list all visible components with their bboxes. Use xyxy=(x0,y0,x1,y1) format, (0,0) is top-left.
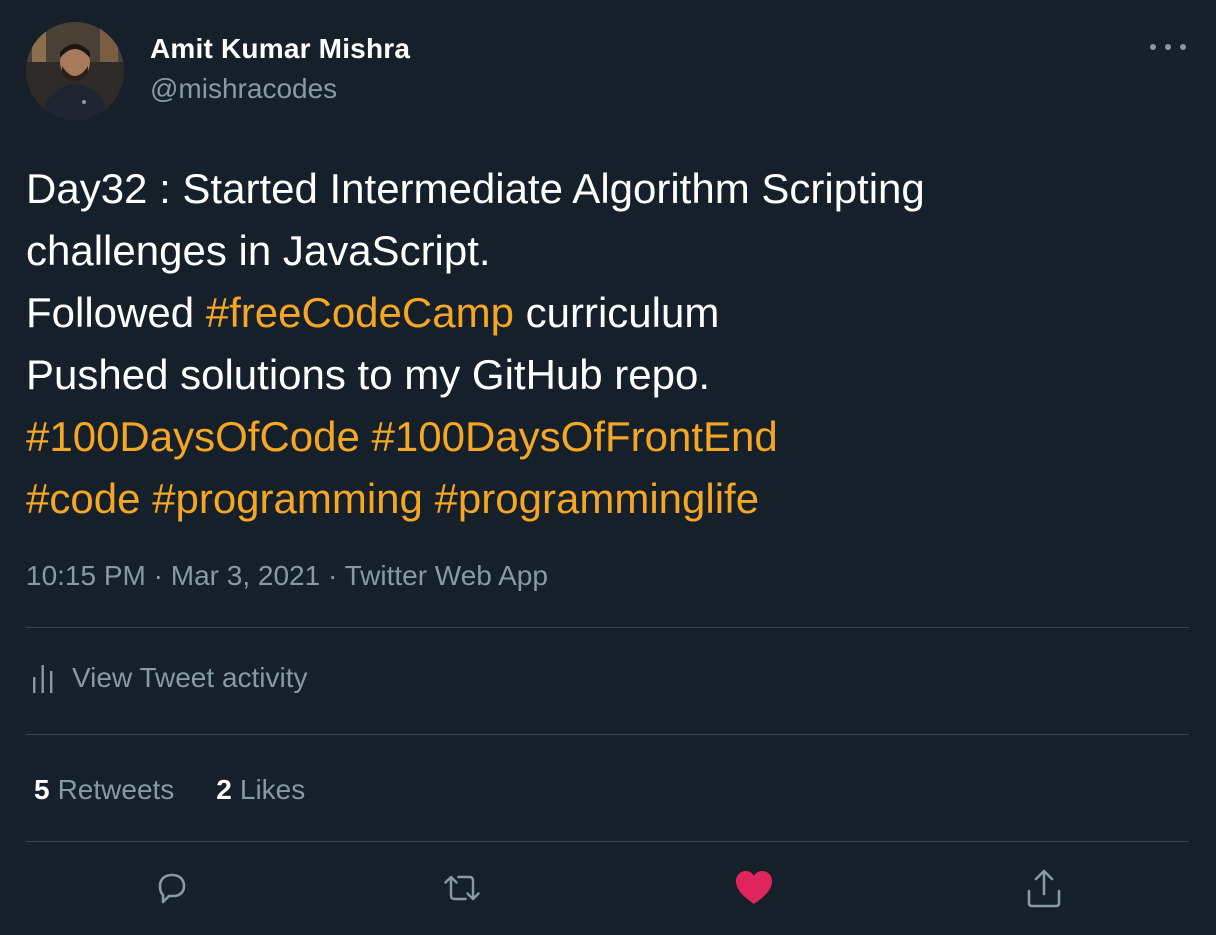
hashtag-link[interactable]: #freeCodeCamp xyxy=(206,289,514,336)
divider xyxy=(26,734,1189,735)
tweet-date[interactable]: Mar 3, 2021 xyxy=(171,560,320,591)
retweets-stat[interactable]: 5 Retweets xyxy=(34,770,174,810)
tweet-text-segment xyxy=(423,475,435,522)
tweet-text-segment xyxy=(360,413,372,460)
tweet-text: Day32 : Started Intermediate Algorithm S… xyxy=(26,158,1186,530)
tweet-detail: Amit Kumar Mishra @mishracodes Day32 : S… xyxy=(0,0,1216,935)
view-tweet-activity-button[interactable]: View Tweet activity xyxy=(32,662,308,694)
display-name[interactable]: Amit Kumar Mishra xyxy=(150,32,410,66)
share-button[interactable] xyxy=(1022,866,1066,910)
retweets-label: Retweets xyxy=(57,774,175,805)
tweet-text-segment: curriculum xyxy=(513,289,720,336)
share-icon xyxy=(1027,869,1061,908)
more-dot-icon xyxy=(1150,44,1156,50)
tweet-source[interactable]: Twitter Web App xyxy=(345,560,548,591)
more-dot-icon xyxy=(1180,44,1186,50)
divider xyxy=(26,841,1189,842)
reply-button[interactable] xyxy=(150,866,194,910)
tweet-text-segment: Followed xyxy=(26,289,206,336)
hashtag-link[interactable]: #100DaysOfFrontEnd xyxy=(372,413,778,460)
tweet-text-segment xyxy=(140,475,152,522)
divider xyxy=(26,627,1189,628)
hashtag-link[interactable]: #programminglife xyxy=(435,475,759,522)
tweet-text-line: Pushed solutions to my GitHub repo. xyxy=(26,344,1186,406)
tweet-text-line: challenges in JavaScript. xyxy=(26,220,1186,282)
avatar[interactable] xyxy=(26,22,124,120)
hashtag-link[interactable]: #100DaysOfCode xyxy=(26,413,360,460)
like-button[interactable] xyxy=(732,866,776,910)
likes-count: 2 xyxy=(216,774,232,805)
bar-chart-icon xyxy=(33,665,53,693)
hashtag-link[interactable]: #programming xyxy=(152,475,423,522)
retweet-button[interactable] xyxy=(440,866,484,910)
heart-icon xyxy=(736,871,772,904)
tweet-time[interactable]: 10:15 PM xyxy=(26,560,146,591)
tweet-header: Amit Kumar Mishra @mishracodes xyxy=(26,22,410,120)
tweet-text-segment: Day32 : Started Intermediate Algorithm S… xyxy=(26,165,925,212)
tweet-text-line: #code #programming #programminglife xyxy=(26,468,1186,530)
tweet-text-line: Followed #freeCodeCamp curriculum xyxy=(26,282,1186,344)
meta-separator: · xyxy=(145,560,171,591)
view-tweet-activity-label: View Tweet activity xyxy=(72,662,308,693)
tweet-text-segment: challenges in JavaScript. xyxy=(26,227,491,274)
avatar-photo-icon xyxy=(26,22,124,120)
tweet-meta: 10:15 PM · Mar 3, 2021 · Twitter Web App xyxy=(26,556,548,596)
hashtag-link[interactable]: #code xyxy=(26,475,140,522)
reply-icon xyxy=(158,873,186,904)
retweet-icon xyxy=(444,875,480,901)
tweet-stats: 5 Retweets 2 Likes xyxy=(34,770,347,810)
retweets-count: 5 xyxy=(34,774,50,805)
user-names: Amit Kumar Mishra @mishracodes xyxy=(150,32,410,106)
likes-label: Likes xyxy=(239,774,306,805)
more-dot-icon xyxy=(1165,44,1171,50)
meta-separator: · xyxy=(320,560,345,591)
likes-stat[interactable]: 2 Likes xyxy=(216,770,305,810)
tweet-text-segment: Pushed solutions to my GitHub repo. xyxy=(26,351,711,398)
tweet-actions xyxy=(0,866,1216,916)
more-options-button[interactable] xyxy=(1150,32,1186,62)
tweet-text-line: #100DaysOfCode #100DaysOfFrontEnd xyxy=(26,406,1186,468)
user-handle[interactable]: @mishracodes xyxy=(150,72,410,106)
tweet-text-line: Day32 : Started Intermediate Algorithm S… xyxy=(26,158,1186,220)
